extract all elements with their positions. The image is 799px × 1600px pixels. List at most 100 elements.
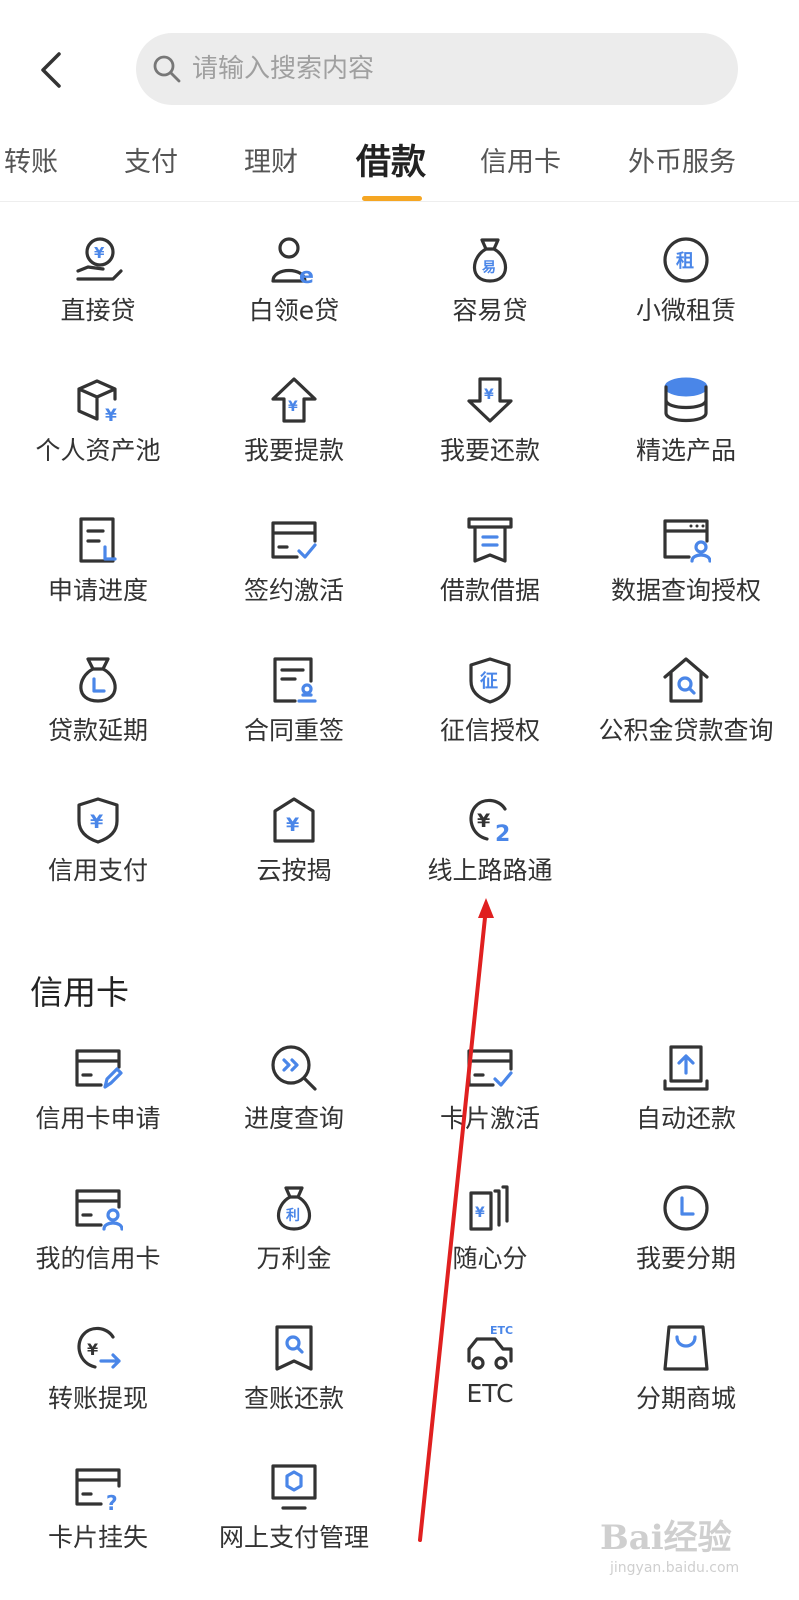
card-question-icon: ?	[75, 1468, 121, 1512]
box-yuan-icon: ¥	[77, 379, 117, 425]
loan-item-white-collar-e-loan[interactable]: e 白领e贷	[196, 235, 392, 365]
car-etc-icon: ETC	[467, 1324, 513, 1370]
yuan-2-icon: ¥ 2	[469, 798, 510, 845]
item-label: 白领e贷	[248, 296, 340, 325]
bag-li-icon: 利	[276, 1186, 312, 1231]
credit-item-my-card[interactable]: 我的信用卡	[0, 1183, 196, 1313]
shield-yuan-icon: ¥	[77, 797, 119, 844]
svg-text:利: 利	[286, 1207, 300, 1224]
credit-item-installment-mall[interactable]: 分期商城	[588, 1323, 784, 1453]
item-label: 我的信用卡	[35, 1244, 161, 1273]
credit-item-suixinfen[interactable]: ¥ 随心分	[392, 1183, 588, 1313]
credit-item-apply[interactable]: 信用卡申请	[0, 1043, 196, 1173]
credit-item-statement-repay[interactable]: 查账还款	[196, 1323, 392, 1453]
bookmark-search-icon	[275, 1325, 313, 1371]
loan-item-sign-activate[interactable]: 签约激活	[196, 515, 392, 645]
search-icon	[153, 55, 181, 83]
credit-item-transfer-withdraw[interactable]: ¥ 转账提现	[0, 1323, 196, 1453]
active-tab-indicator	[362, 196, 422, 201]
item-label: 线上路路通	[427, 856, 553, 885]
monitor-icon	[271, 1464, 317, 1510]
yuan-arrow-icon: ¥	[77, 1326, 121, 1369]
tab-wealth[interactable]: 理财	[244, 140, 298, 179]
item-label: 数据查询授权	[610, 576, 761, 605]
item-label: 信用卡申请	[35, 1104, 161, 1133]
credit-card-section-title: 信用卡	[30, 973, 129, 1012]
svg-text:¥: ¥	[288, 399, 298, 415]
loan-item-cloud-mortgage[interactable]: ¥ 云按揭	[196, 795, 392, 925]
item-label: 公积金贷款查询	[598, 716, 774, 745]
item-label: 贷款延期	[47, 716, 148, 745]
watermark-brand: Bai经验	[600, 1518, 732, 1558]
category-tabs: 转账 支付 理财 借款 信用卡 外币服务	[0, 128, 799, 202]
loan-item-withdraw[interactable]: ¥ 我要提款	[196, 375, 392, 505]
item-label: 我要分期	[635, 1244, 736, 1273]
svg-text:¥: ¥	[477, 810, 490, 832]
item-label: 个人资产池	[35, 436, 161, 465]
item-label: 卡片挂失	[47, 1523, 148, 1552]
loan-item-credit-auth[interactable]: 征 征信授权	[392, 655, 588, 785]
item-label: 容易贷	[452, 296, 528, 325]
item-label: 云按揭	[256, 856, 332, 885]
money-bag-yi-icon: 易	[472, 238, 508, 283]
loan-item-data-query-auth[interactable]: 数据查询授权	[588, 515, 784, 645]
loan-item-loan-receipt[interactable]: 借款借据	[392, 515, 588, 645]
loan-item-credit-payment[interactable]: ¥ 信用支付	[0, 795, 196, 925]
person-e-icon: e	[271, 237, 314, 285]
chevron-left-icon	[41, 52, 61, 88]
tab-loan[interactable]: 借款	[356, 134, 426, 185]
loan-item-application-progress[interactable]: 申请进度	[0, 515, 196, 645]
tab-foreign-currency[interactable]: 外币服务	[628, 140, 736, 179]
stack-icon	[664, 377, 708, 423]
shopping-bag-icon	[663, 1325, 709, 1371]
credit-item-report-loss[interactable]: ? 卡片挂失	[0, 1462, 196, 1592]
loan-item-asset-pool[interactable]: ¥ 个人资产池	[0, 375, 196, 505]
loan-item-loan-extension[interactable]: 贷款延期	[0, 655, 196, 785]
credit-item-auto-repay[interactable]: 自动还款	[588, 1043, 784, 1173]
search-bar[interactable]	[136, 33, 738, 105]
cards-stack-icon: ¥	[469, 1185, 509, 1231]
watermark-logo: Bai经验 jingyan.baidu.com	[600, 1500, 790, 1590]
svg-text:¥: ¥	[484, 387, 494, 403]
item-label: ETC	[466, 1379, 514, 1408]
document-l-icon	[79, 517, 117, 563]
credit-item-card-activate[interactable]: 卡片激活	[392, 1043, 588, 1173]
credit-item-online-payment-mgmt[interactable]: 网上支付管理	[196, 1462, 392, 1592]
svg-text:¥: ¥	[94, 244, 105, 262]
receipt-icon	[467, 517, 513, 563]
svg-text:ETC: ETC	[490, 1324, 513, 1337]
loan-item-easy-loan[interactable]: 易 容易贷	[392, 235, 588, 365]
loan-item-housing-fund-query[interactable]: 公积金贷款查询	[588, 655, 784, 785]
credit-item-installment[interactable]: 我要分期	[588, 1183, 784, 1313]
search-input[interactable]	[192, 54, 712, 84]
loan-item-online-lulutong[interactable]: ¥ 2 线上路路通	[392, 795, 588, 925]
search-forward-icon	[271, 1045, 317, 1091]
item-label: 我要提款	[243, 436, 344, 465]
svg-text:¥: ¥	[286, 814, 299, 836]
item-label: 申请进度	[47, 576, 148, 605]
loan-item-featured-products[interactable]: 精选产品	[588, 375, 784, 505]
credit-item-progress-query[interactable]: 进度查询	[196, 1043, 392, 1173]
loan-item-repay[interactable]: ¥ 我要还款	[392, 375, 588, 505]
tab-transfer[interactable]: 转账	[4, 140, 58, 179]
house-yuan-icon: ¥	[273, 797, 315, 843]
item-label: 分期商城	[635, 1384, 736, 1413]
item-label: 卡片激活	[439, 1104, 540, 1133]
credit-item-wanlijin[interactable]: 利 万利金	[196, 1183, 392, 1313]
item-label: 征信授权	[439, 716, 540, 745]
arrow-down-yuan-icon: ¥	[467, 377, 513, 423]
loan-item-micro-leasing[interactable]: 租 小微租赁	[588, 235, 784, 365]
tab-payment[interactable]: 支付	[124, 140, 178, 179]
watermark-url: jingyan.baidu.com	[610, 1560, 740, 1576]
loan-item-direct-loan[interactable]: ¥ 直接贷	[0, 235, 196, 365]
back-button[interactable]	[30, 48, 74, 92]
hand-yuan-icon: ¥	[76, 237, 123, 281]
item-label: 我要还款	[439, 436, 540, 465]
tab-credit-card[interactable]: 信用卡	[480, 140, 561, 179]
loan-item-contract-resign[interactable]: 合同重签	[196, 655, 392, 785]
credit-item-etc[interactable]: ETC ETC	[392, 1323, 588, 1453]
card-pen-icon	[75, 1049, 123, 1089]
svg-text:¥: ¥	[475, 1205, 485, 1221]
arrow-up-yuan-icon: ¥	[271, 377, 317, 423]
item-label: 合同重签	[243, 716, 344, 745]
